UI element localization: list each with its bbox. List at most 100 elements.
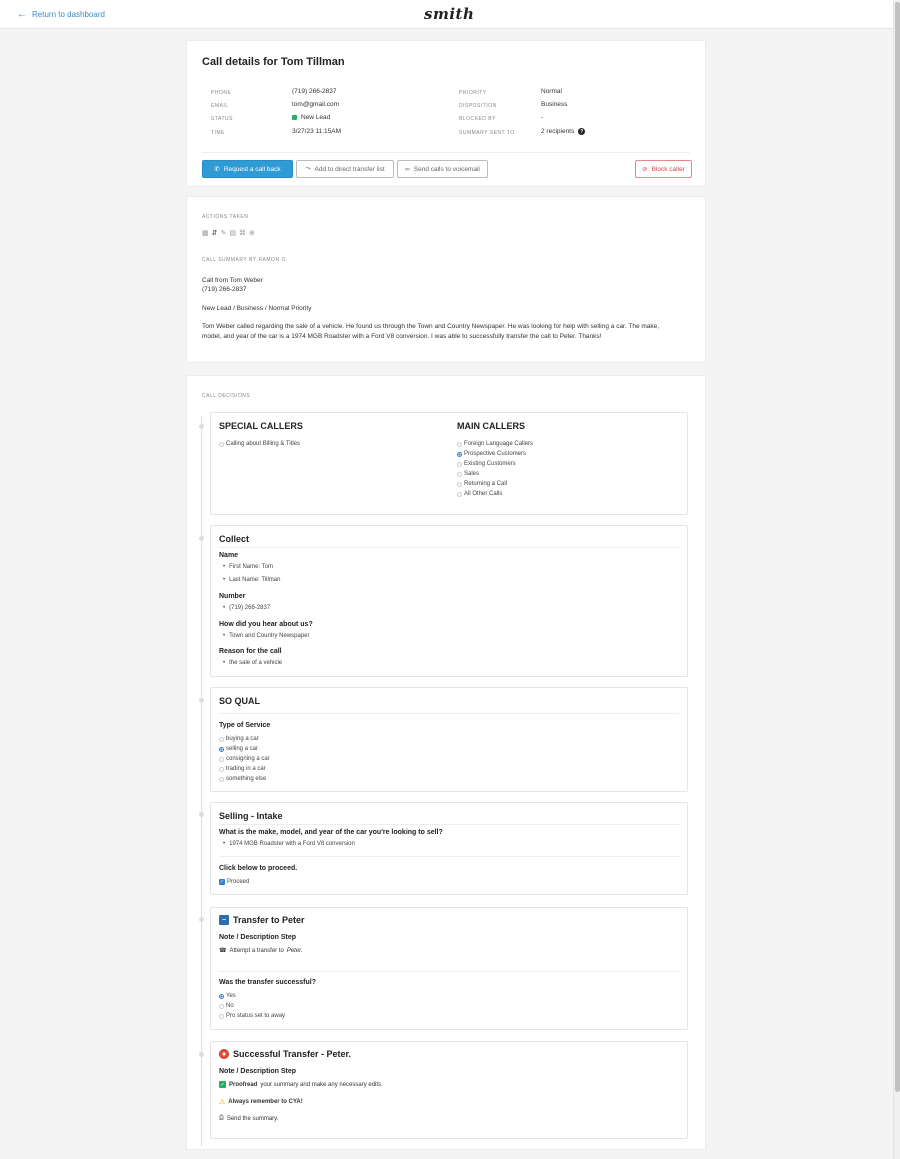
radio-returning-call[interactable]: Returning a Call <box>457 481 507 487</box>
make-model-answer: • 1974 MGB Roadster with a Ford V8 conver… <box>223 841 355 847</box>
add-direct-transfer-label: Add to direct transfer list <box>314 165 385 173</box>
radio-buying-car[interactable]: buying a car <box>219 736 259 742</box>
radio-icon[interactable] <box>457 491 462 497</box>
radio-icon[interactable] <box>457 471 462 477</box>
radio-icon[interactable] <box>457 461 462 467</box>
blocked-by-label: BLOCKED BY <box>459 116 496 122</box>
help-icon[interactable]: ? <box>578 128 586 135</box>
timeline-dot <box>199 698 204 703</box>
request-call-back-button[interactable]: ✆ Request a call back <box>202 160 293 178</box>
timeline-dot <box>199 1052 204 1057</box>
proceed-checkbox[interactable]: ✓ Proceed <box>219 879 249 885</box>
checkbox-checked-icon[interactable]: ✓ <box>219 879 225 885</box>
title-rule <box>219 547 679 548</box>
time-label: TIME <box>211 130 225 136</box>
option-label: Foreign Language Callers <box>464 441 534 447</box>
title-rule <box>219 713 679 714</box>
radio-yes[interactable]: Yes <box>219 993 236 999</box>
radio-prospective-customers[interactable]: Prospective Customers <box>457 451 526 457</box>
first-name-text: First Name: Tom <box>229 564 274 570</box>
option-label: Prospective Customers <box>464 451 527 457</box>
radio-icon[interactable] <box>219 766 224 772</box>
transfer-question: Was the transfer successful? <box>219 979 316 986</box>
radio-selected-icon[interactable] <box>219 746 224 752</box>
transfer-title: − Transfer to Peter <box>219 915 305 925</box>
summary-sent-value: 2 recipients ? <box>541 128 586 135</box>
proofread-note: ✓ Proofread your summary and make any ne… <box>219 1081 383 1088</box>
type-of-service-label: Type of Service <box>219 722 271 729</box>
transfer-action-icon[interactable]: ⇵ <box>212 229 218 237</box>
timeline-dot <box>199 917 204 922</box>
radio-icon[interactable] <box>219 1003 224 1009</box>
special-callers-title: SPECIAL CALLERS <box>219 421 303 431</box>
top-bar: ← Return to dashboard smith <box>0 0 893 29</box>
number-text: (719) 266-2837 <box>229 605 271 611</box>
recipients-text: 2 recipients <box>541 128 575 135</box>
request-call-back-label: Request a call back <box>223 165 281 173</box>
tag-icon[interactable]: ⌘ <box>239 229 246 237</box>
radio-selling-car[interactable]: selling a car <box>219 746 258 752</box>
send-to-voicemail-button[interactable]: ∞ Send calls to voicemail <box>397 160 488 178</box>
send-to-voicemail-label: Send calls to voicemail <box>413 165 480 173</box>
timeline-line <box>201 416 202 1146</box>
radio-icon[interactable] <box>457 441 462 447</box>
note-icon[interactable]: ✎ <box>221 229 227 237</box>
radio-icon[interactable] <box>457 481 462 487</box>
block-caller-button[interactable]: ⊘ Block caller <box>635 160 692 178</box>
collect-step: Collect Name • First Name: Tom • Last Name… <box>210 525 688 677</box>
transfer-note: ☎ Attempt a transfer to Peter. <box>219 947 303 955</box>
proceed-prompt: Click below to proceed. <box>219 865 298 872</box>
radio-pro-status-away[interactable]: Pro status set to away <box>219 1013 285 1019</box>
radio-trading-car[interactable]: trading in a car <box>219 766 266 772</box>
voicemail-icon: ∞ <box>405 165 410 173</box>
calendar-icon[interactable]: ▦ <box>202 229 209 237</box>
hear-label: How did you hear about us? <box>219 621 313 628</box>
reason-text: the sale of a vehicle <box>229 660 283 666</box>
note-prefix: Attempt a transfer to <box>229 947 284 954</box>
call-details-card: Call details for Tom Tillman PHONE (719)… <box>186 40 706 187</box>
radio-icon[interactable] <box>219 736 224 742</box>
radio-selected-icon[interactable] <box>219 993 224 999</box>
radio-existing-customers[interactable]: Existing Customers <box>457 461 516 467</box>
return-label: Return to dashboard <box>32 10 105 19</box>
radio-icon[interactable] <box>219 441 224 447</box>
call-decisions-label: CALL DECISIONS <box>202 393 251 399</box>
radio-consigning-car[interactable]: consigning a car <box>219 756 270 762</box>
radio-icon[interactable] <box>219 776 224 782</box>
radio-all-other-calls[interactable]: All Other Calls <box>457 491 502 497</box>
send-note: ⎙ Send the summary. <box>219 1115 278 1122</box>
send-icon: ⎙ <box>219 1115 224 1121</box>
cya-text: Always remember to CYA! <box>228 1099 303 1105</box>
option-label: something else <box>226 776 267 782</box>
transfer-icon: ⤳ <box>305 165 311 172</box>
scrollbar-thumb[interactable] <box>895 2 900 1092</box>
proofread-rest: your summary and make any necessary edit… <box>260 1081 383 1088</box>
radio-foreign-language[interactable]: Foreign Language Callers <box>457 441 533 447</box>
page-scrollbar[interactable] <box>893 0 900 1159</box>
name-label: Name <box>219 552 239 559</box>
radio-something-else[interactable]: something else <box>219 776 266 782</box>
option-label: Sales <box>464 471 480 477</box>
status-dot-icon <box>292 115 297 120</box>
option-label: selling a car <box>226 746 259 752</box>
call-summary-label: CALL SUMMARY BY RAMON O. <box>202 257 288 263</box>
radio-icon[interactable] <box>219 756 224 762</box>
selling-intake-step: Selling - Intake What is the make, model… <box>210 802 688 895</box>
inner-divider <box>219 856 679 857</box>
number-label: Number <box>219 593 246 600</box>
radio-icon[interactable] <box>219 1013 224 1019</box>
radio-billing-titles[interactable]: Calling about Billing & Titles <box>219 441 300 447</box>
add-icon[interactable]: ⊕ <box>249 229 255 237</box>
radio-sales[interactable]: Sales <box>457 471 479 477</box>
summary-paragraph: Tom Weber called regarding the sale of a… <box>202 323 660 340</box>
details-divider <box>202 152 690 153</box>
return-to-dashboard-link[interactable]: ← Return to dashboard <box>17 9 105 19</box>
add-direct-transfer-button[interactable]: ⤳ Add to direct transfer list <box>296 160 394 178</box>
disposition-value: Business <box>541 101 568 108</box>
make-model-question: What is the make, model, and year of the… <box>219 829 443 836</box>
main-callers-title: MAIN CALLERS <box>457 421 525 431</box>
radio-no[interactable]: No <box>219 1003 234 1009</box>
radio-selected-icon[interactable] <box>457 451 462 457</box>
note-name: Peter. <box>286 947 303 954</box>
document-icon[interactable]: ▤ <box>229 229 236 237</box>
